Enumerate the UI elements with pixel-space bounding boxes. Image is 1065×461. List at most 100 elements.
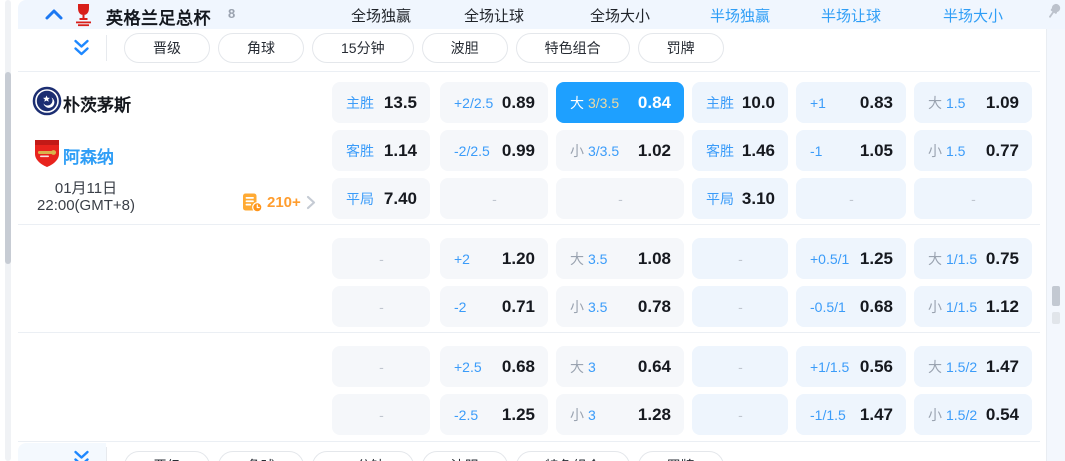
odds-value: 1.47 [985,356,1019,376]
filter-pill[interactable]: 特色组合 [515,451,630,461]
over-under-label: 小 [928,298,942,315]
line-value: 1.5/2 [946,358,978,375]
left-scrollbar-thumb[interactable] [5,72,11,264]
selection-label: +2.5 [454,358,482,375]
odds-value: 0.77 [985,140,1019,160]
market-column-header[interactable]: 全场独赢 [351,5,411,26]
no-odds-dash: - [849,190,854,207]
odds-cell[interactable]: +2.5 0.68 [440,346,548,387]
separator [18,71,1040,72]
no-odds-dash: - [492,190,497,207]
odds-cell[interactable]: 主胜 13.5 [332,82,430,123]
filter-pill[interactable]: 波胆 [421,451,508,461]
odds-cell[interactable]: -0.5/1 0.68 [796,286,906,327]
odds-value: 10.0 [741,92,775,112]
odds-cell[interactable]: 大 1/1.5 0.75 [914,238,1032,279]
odds-cell[interactable]: 大 3 0.64 [556,346,684,387]
market-column-header[interactable]: 半场大小 [943,5,1003,26]
expand-all-button[interactable] [73,39,90,57]
line-value: 3/3.5 [588,94,620,111]
odds-cell[interactable]: -2.5 1.25 [440,394,548,435]
separator [18,441,1040,442]
market-column-header[interactable]: 全场让球 [464,5,524,26]
right-scrollbar-thumb[interactable] [1052,286,1060,306]
filter-pill[interactable]: 特色组合 [515,33,630,63]
right-panel-strip [1047,29,1065,461]
filter-pill[interactable]: 罚牌 [637,451,724,461]
filter-pill[interactable]: 15分钟 [312,33,414,63]
divider [106,447,107,461]
over-under-label: 大 [570,250,584,267]
odds-cell[interactable]: 小 1.5 0.77 [914,130,1032,171]
odds-value: 1.25 [859,248,893,268]
fa-cup-logo-icon [73,2,94,27]
selection-label: 主胜 [706,94,734,111]
odds-cell[interactable]: 主胜 10.0 [692,82,788,123]
odds-cell[interactable]: 小 1/1.5 1.12 [914,286,1032,327]
selection-label: -2 [454,298,467,315]
odds-cell: - [556,178,684,219]
odds-cell: - [914,178,1032,219]
over-under-label: 大 [570,94,584,111]
odds-cell[interactable]: +1 0.83 [796,82,906,123]
odds-value: 1.09 [985,92,1019,112]
odds-cell[interactable]: -2/2.5 0.99 [440,130,548,171]
away-team-name[interactable]: 阿森纳 [63,143,114,168]
chevron-up-icon [45,9,63,20]
odds-cell[interactable]: +0.5/1 1.25 [796,238,906,279]
odds-cell[interactable]: -1 1.05 [796,130,906,171]
no-odds-dash: - [738,250,743,267]
more-markets-count[interactable]: 210+ [267,194,301,211]
over-under-label: 小 [928,406,942,423]
line-value: 1/1.5 [946,298,978,315]
odds-cell[interactable]: 大 3.5 1.08 [556,238,684,279]
collapse-button[interactable] [44,8,64,21]
more-markets-button[interactable] [242,192,263,213]
odds-cell[interactable]: +2 1.20 [440,238,548,279]
odds-cell: - [332,346,430,387]
expand-all-button-bottom[interactable] [73,450,90,461]
odds-cell[interactable]: 大 1.5/2 1.47 [914,346,1032,387]
league-header: 英格兰足总杯 8 全场独赢 全场让球 全场大小 半场独赢 半场让球 半场大小 [18,0,1065,29]
odds-cell[interactable]: -1/1.5 1.47 [796,394,906,435]
odds-cell[interactable]: -2 0.71 [440,286,548,327]
odds-cell[interactable]: 小 3/3.5 1.02 [556,130,684,171]
filter-pill[interactable]: 罚牌 [637,33,724,63]
odds-cell[interactable]: 小 3.5 0.78 [556,286,684,327]
odds-value: 1.05 [859,140,893,160]
odds-value: 0.75 [985,248,1019,268]
filter-pill[interactable]: 角球 [218,451,304,461]
odds-cell[interactable]: 大 3/3.5 0.84 [556,82,684,123]
odds-value: 1.02 [637,140,671,160]
odds-cell[interactable]: 客胜 1.14 [332,130,430,171]
filter-pill[interactable]: 晋级 [124,33,210,63]
filter-pill[interactable]: 15分钟 [312,451,414,461]
odds-cell[interactable]: 客胜 1.46 [692,130,788,171]
away-team-logo-icon [33,138,61,169]
chevron-right-icon[interactable] [306,195,316,210]
odds-cell[interactable]: 小 3 1.28 [556,394,684,435]
filter-pill[interactable]: 晋级 [124,451,210,461]
market-column-header[interactable]: 半场独赢 [710,5,770,26]
odds-cell: - [692,286,788,327]
odds-cell[interactable]: 平局 3.10 [692,178,788,219]
market-column-header[interactable]: 全场大小 [590,5,650,26]
odds-value: 1.28 [637,404,671,424]
odds-cell[interactable]: +1/1.5 0.56 [796,346,906,387]
separator [18,332,1040,333]
pin-icon[interactable] [1044,1,1064,21]
filter-pill[interactable]: 波胆 [421,33,508,63]
no-odds-dash: - [738,406,743,423]
odds-value: 0.56 [859,356,893,376]
odds-cell[interactable]: 平局 7.40 [332,178,430,219]
over-under-label: 小 [928,142,942,159]
odds-cell[interactable]: +2/2.5 0.89 [440,82,548,123]
odds-value: 1.12 [985,296,1019,316]
odds-cell[interactable]: 大 1.5 1.09 [914,82,1032,123]
line-value: 3 [588,358,596,375]
market-column-header[interactable]: 半场让球 [821,5,881,26]
odds-value: 0.71 [501,296,535,316]
odds-cell[interactable]: 小 1.5/2 0.54 [914,394,1032,435]
selection-label: -0.5/1 [810,298,846,315]
filter-pill[interactable]: 角球 [218,33,304,63]
